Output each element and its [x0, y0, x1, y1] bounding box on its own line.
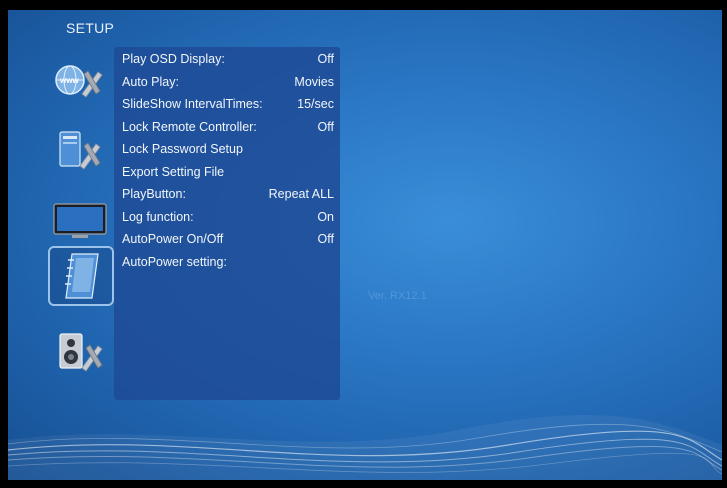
- menu-item-value: Off: [317, 52, 334, 66]
- menu-item-play-button[interactable]: PlayButton: Repeat ALL: [122, 184, 334, 204]
- menu-item-log-function[interactable]: Log function: On: [122, 207, 334, 227]
- category-audio[interactable]: [48, 322, 114, 382]
- menu-item-value: Off: [317, 119, 334, 134]
- notebook-icon: [65, 253, 99, 299]
- menu-item-value: 15/sec: [297, 97, 334, 111]
- menu-item-label: Export Setting File: [122, 164, 225, 179]
- category-misc[interactable]: [48, 246, 114, 306]
- menu-item-label: Lock Password Setup: [122, 142, 243, 156]
- menu-item-autopower-setting[interactable]: AutoPower setting:: [122, 252, 334, 272]
- category-sidebar: www: [44, 50, 120, 390]
- speaker-tools-icon: [59, 333, 103, 372]
- menu-item-value: On: [317, 209, 334, 224]
- menu-item-value: Off: [317, 232, 334, 246]
- settings-menu-panel: Play OSD Display: Off Auto Play: Movies …: [114, 47, 340, 400]
- version-label: Ver. RX12.1: [368, 290, 427, 302]
- menu-item-play-osd-display[interactable]: Play OSD Display: Off: [122, 49, 334, 69]
- menu-item-export-setting-file[interactable]: Export Setting File: [122, 162, 334, 182]
- menu-item-value: Repeat ALL: [268, 187, 334, 201]
- menu-item-autopower-on-off[interactable]: AutoPower On/Off Off: [122, 229, 334, 249]
- menu-item-label: Auto Play:: [122, 74, 179, 89]
- category-video[interactable]: [48, 190, 114, 250]
- menu-item-lock-remote-controller[interactable]: Lock Remote Controller: Off: [122, 117, 334, 137]
- menu-item-label: AutoPower On/Off: [122, 232, 224, 246]
- category-system[interactable]: [48, 120, 114, 180]
- svg-text:www: www: [59, 76, 79, 85]
- globe-tools-icon: www: [55, 65, 103, 98]
- screen: SETUP www Play OSD Display: Off Auto Pla…: [0, 0, 727, 488]
- menu-item-label: Lock Remote Controller:: [122, 119, 257, 134]
- category-network[interactable]: www: [48, 50, 114, 110]
- menu-item-value: Movies: [294, 74, 334, 89]
- menu-item-label: SlideShow IntervalTimes:: [122, 97, 263, 111]
- menu-item-label: Log function:: [122, 209, 194, 224]
- tv-display-icon: [53, 203, 107, 238]
- menu-item-label: AutoPower setting:: [122, 254, 227, 269]
- setup-screen: SETUP www Play OSD Display: Off Auto Pla…: [8, 10, 722, 480]
- menu-item-lock-password-setup[interactable]: Lock Password Setup: [122, 139, 334, 159]
- menu-item-slideshow-interval[interactable]: SlideShow IntervalTimes: 15/sec: [122, 94, 334, 114]
- menu-item-auto-play[interactable]: Auto Play: Movies: [122, 72, 334, 92]
- menu-item-label: PlayButton:: [122, 187, 186, 201]
- wave-decoration: [8, 414, 722, 480]
- page-title: SETUP: [66, 20, 115, 36]
- computer-tools-icon: [59, 131, 101, 170]
- menu-item-label: Play OSD Display:: [122, 52, 225, 66]
